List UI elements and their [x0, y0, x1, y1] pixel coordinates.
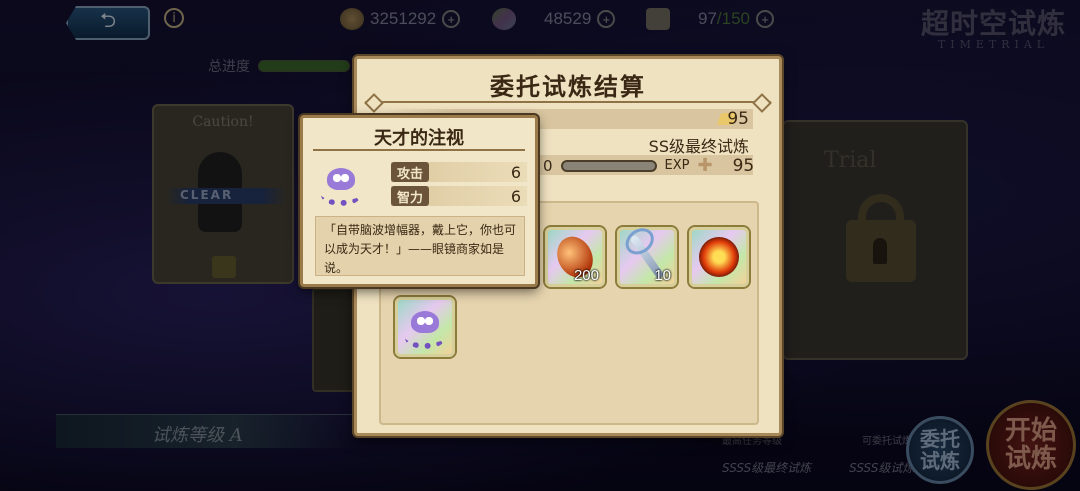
stat-value: 6	[510, 186, 521, 206]
exp-label: EXP	[664, 158, 690, 173]
tooltip-divider	[313, 149, 525, 151]
reward-item-staff[interactable]: 10	[617, 227, 677, 287]
stat-attack: 攻击 6	[391, 162, 527, 182]
stat-intelligence: 智力 6	[391, 186, 527, 206]
sun-emblem-icon	[699, 237, 739, 277]
stat-label: 攻击	[391, 162, 429, 182]
exp-prefix: 0	[543, 156, 553, 175]
reward-item-sun-emblem[interactable]	[689, 227, 749, 287]
tooltip-title: 天才的注视	[374, 128, 464, 149]
squid-icon	[317, 160, 365, 208]
gold-reward: 95	[727, 109, 749, 129]
exp-row: 0 EXP ✚ 95	[543, 155, 754, 176]
stage-name: SS级最终试炼	[648, 137, 749, 156]
item-tooltip: 天才的注视 攻击 6 智力 6 「自带脑波增幅器，戴上它，你也可以成为天才！」—…	[300, 115, 538, 287]
exp-bar	[560, 159, 657, 172]
item-qty: 200	[573, 267, 599, 284]
reward-item-squid[interactable]	[395, 297, 455, 357]
squid-icon	[403, 309, 447, 349]
exp-value: 95	[732, 155, 755, 176]
exp-plus-icon: ✚	[697, 155, 713, 176]
dialog-title: 委托试炼结算	[490, 73, 646, 101]
dialog-divider	[365, 101, 771, 103]
stat-label: 智力	[391, 186, 429, 206]
item-qty: 10	[654, 267, 671, 284]
reward-item-red-nut[interactable]: 200	[545, 227, 605, 287]
stat-value: 6	[510, 162, 521, 182]
tooltip-description: 「自带脑波增幅器，戴上它，你也可以成为天才！」——眼镜商家如是说。	[315, 216, 525, 276]
